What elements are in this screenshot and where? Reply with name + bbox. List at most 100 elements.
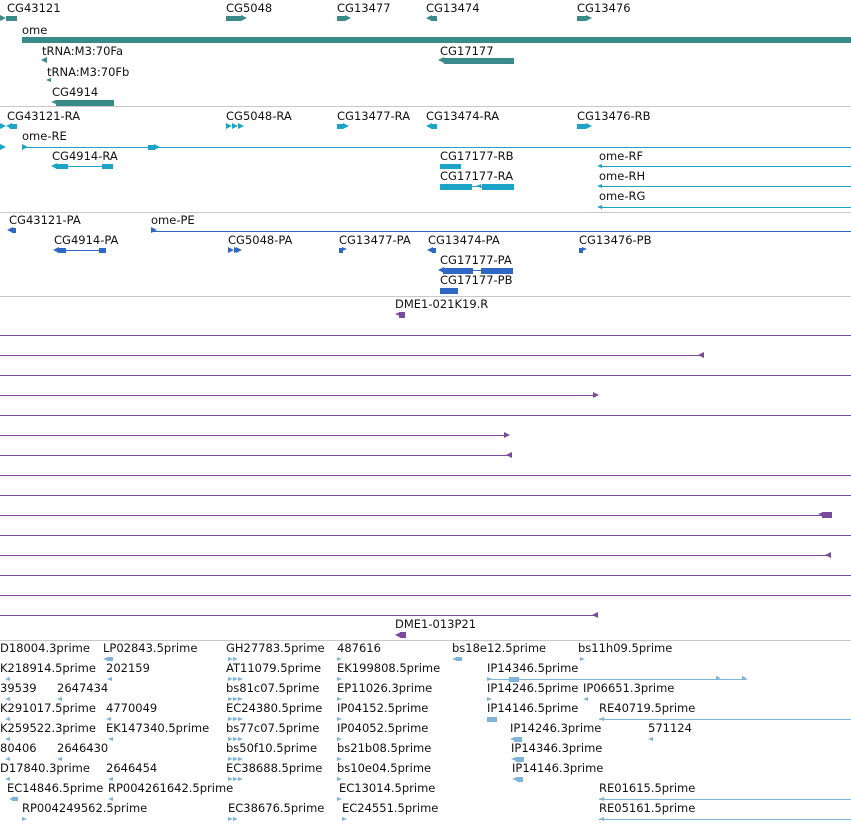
feature-bar[interactable] — [440, 184, 472, 190]
feature-label[interactable]: CG13476-RB — [577, 110, 651, 123]
feature-label[interactable]: 2646430 — [57, 742, 108, 755]
feature-label[interactable]: IP06651.3prime — [583, 682, 674, 695]
feature-bar[interactable] — [431, 124, 437, 129]
feature-label[interactable]: IP14246.5prime — [487, 682, 578, 695]
feature-label[interactable]: EK199808.5prime — [337, 662, 440, 675]
feature-bar[interactable] — [99, 248, 106, 253]
feature-label[interactable]: CG13477-PA — [339, 234, 411, 247]
feature-label[interactable]: CG13477 — [337, 2, 391, 15]
feature-bar[interactable] — [440, 288, 458, 294]
feature-bar[interactable] — [399, 312, 405, 318]
feature-label[interactable]: CG13474-PA — [428, 234, 500, 247]
feature-label[interactable]: EC13014.5prime — [339, 782, 435, 795]
feature-label[interactable]: 80406 — [0, 742, 37, 755]
feature-bar[interactable] — [6, 16, 17, 21]
feature-label[interactable]: EP11026.3prime — [337, 682, 432, 695]
feature-label[interactable]: ome-PE — [151, 214, 195, 227]
feature-bar[interactable] — [431, 16, 437, 21]
feature-bar[interactable] — [337, 16, 345, 21]
feature-label[interactable]: 39539 — [0, 682, 37, 695]
feature-label[interactable]: D18004.3prime — [0, 642, 90, 655]
feature-label[interactable]: CG17177-PA — [440, 254, 512, 267]
feature-label[interactable]: GH27783.5prime — [226, 642, 325, 655]
feature-label[interactable]: IP04152.5prime — [337, 702, 428, 715]
feature-bar[interactable] — [577, 16, 586, 21]
feature-label[interactable]: ome-RG — [599, 190, 645, 203]
feature-label[interactable]: CG43121-RA — [7, 110, 80, 123]
feature-label[interactable]: CG17177 — [440, 45, 494, 58]
feature-label[interactable]: IP14146.5prime — [487, 702, 578, 715]
feature-label[interactable]: CG4914 — [52, 86, 98, 99]
feature-label[interactable]: DME1-021K19.R — [395, 298, 488, 311]
feature-bar[interactable] — [822, 512, 832, 518]
feature-label[interactable]: CG43121 — [7, 2, 61, 15]
feature-label[interactable]: K291017.5prime — [0, 702, 96, 715]
feature-label[interactable]: tRNA:M3:70Fb — [47, 66, 129, 79]
feature-label[interactable]: CG4914-PA — [54, 234, 118, 247]
feature-label[interactable]: ome — [22, 24, 47, 37]
feature-label[interactable]: tRNA:M3:70Fa — [42, 45, 123, 58]
feature-label[interactable]: 487616 — [337, 642, 381, 655]
feature-label[interactable]: CG5048-PA — [228, 234, 292, 247]
feature-label[interactable]: CG17177-RA — [440, 170, 513, 183]
feature-label[interactable]: CG13476 — [577, 2, 631, 15]
feature-label[interactable]: LP02843.5prime — [103, 642, 197, 655]
feature-label[interactable]: bs18e12.5prime — [452, 642, 546, 655]
feature-label[interactable]: EC38676.5prime — [228, 802, 324, 815]
feature-label[interactable]: bs10e04.5prime — [337, 762, 431, 775]
feature-label[interactable]: 2647434 — [57, 682, 108, 695]
feature-label[interactable]: bs21b08.5prime — [337, 742, 431, 755]
feature-bar[interactable] — [516, 757, 524, 762]
feature-label[interactable]: IP04052.5prime — [337, 722, 428, 735]
feature-label[interactable]: CG43121-PA — [9, 214, 81, 227]
feature-label[interactable]: CG17177-RB — [440, 150, 514, 163]
feature-label[interactable]: EC24551.5prime — [342, 802, 438, 815]
feature-bar[interactable] — [10, 124, 17, 129]
feature-bar[interactable] — [400, 632, 406, 638]
feature-bar[interactable] — [102, 164, 113, 169]
feature-label[interactable]: CG4914-RA — [52, 150, 118, 163]
feature-label[interactable]: CG5048-RA — [226, 110, 292, 123]
feature-label[interactable]: 202159 — [106, 662, 150, 675]
feature-label[interactable]: RP004261642.5prime — [108, 782, 233, 795]
feature-label[interactable]: RE01615.5prime — [599, 782, 695, 795]
feature-label[interactable]: CG13474 — [426, 2, 480, 15]
feature-label[interactable]: EC24380.5prime — [226, 702, 322, 715]
feature-bar[interactable] — [12, 228, 16, 233]
feature-label[interactable]: bs81c07.5prime — [226, 682, 319, 695]
feature-bar[interactable] — [226, 16, 241, 21]
feature-label[interactable]: bs77c07.5prime — [226, 722, 319, 735]
feature-label[interactable]: CG13477-RA — [337, 110, 410, 123]
feature-label[interactable]: AT11079.5prime — [226, 662, 321, 675]
feature-label[interactable]: DME1-013P21 — [395, 618, 476, 631]
feature-label[interactable]: D17840.3prime — [0, 762, 90, 775]
feature-label[interactable]: CG13474-RA — [426, 110, 499, 123]
feature-bar[interactable] — [432, 248, 436, 253]
feature-label[interactable]: RE05161.5prime — [599, 802, 695, 815]
feature-label[interactable]: EK147340.5prime — [106, 722, 209, 735]
feature-label[interactable]: EC14846.5prime — [7, 782, 103, 795]
feature-label[interactable]: RP004249562.5prime — [22, 802, 147, 815]
feature-bar[interactable] — [487, 717, 497, 722]
feature-label[interactable]: CG17177-PB — [440, 274, 513, 287]
feature-bar[interactable] — [12, 797, 18, 801]
feature-bar[interactable] — [517, 777, 523, 782]
feature-label[interactable]: IP14346.5prime — [487, 662, 578, 675]
feature-bar[interactable] — [482, 184, 514, 190]
feature-label[interactable]: 4770049 — [106, 702, 157, 715]
feature-label[interactable]: ome-RF — [599, 150, 643, 163]
feature-label[interactable]: ome-RH — [599, 170, 645, 183]
feature-label[interactable]: CG5048 — [226, 2, 272, 15]
ome-gene-bar[interactable] — [22, 37, 851, 43]
feature-bar[interactable] — [58, 248, 66, 253]
feature-label[interactable]: IP14146.3prime — [512, 762, 603, 775]
feature-label[interactable]: RE40719.5prime — [599, 702, 695, 715]
feature-label[interactable]: bs50f10.5prime — [226, 742, 317, 755]
feature-label[interactable]: CG13476-PB — [579, 234, 652, 247]
feature-bar[interactable] — [456, 657, 462, 661]
feature-label[interactable]: K218914.5prime — [0, 662, 96, 675]
feature-bar[interactable] — [577, 124, 586, 129]
feature-label[interactable]: IP14246.3prime — [510, 722, 601, 735]
feature-label[interactable]: bs11h09.5prime — [578, 642, 672, 655]
feature-label[interactable]: IP14346.3prime — [511, 742, 602, 755]
